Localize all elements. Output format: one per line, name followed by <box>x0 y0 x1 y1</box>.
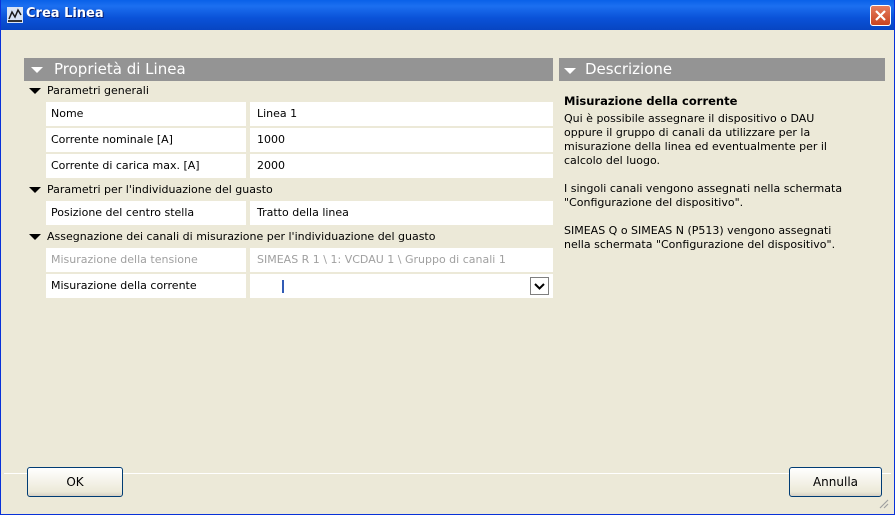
property-row-star-position[interactable]: Posizione del centro stella Tratto della… <box>24 201 553 227</box>
chevron-down-icon <box>534 283 545 290</box>
property-label: Nome <box>46 102 246 126</box>
window-title: Crea Linea <box>26 6 104 21</box>
property-row-voltage-measurement: Misurazione della tensione SIMEAS R 1 \ … <box>24 248 553 274</box>
collapse-arrow-icon <box>31 67 43 73</box>
property-value-star-position[interactable]: Tratto della linea <box>250 201 553 225</box>
text-caret <box>282 280 284 293</box>
property-label: Misurazione della corrente <box>46 274 246 298</box>
title-bar[interactable]: Crea Linea <box>1 0 894 30</box>
current-measurement-dropdown[interactable] <box>250 274 553 298</box>
resize-grip-icon[interactable] <box>877 497 889 509</box>
close-button[interactable] <box>870 5 891 26</box>
app-network-icon <box>7 7 23 23</box>
description-panel: Descrizione Misurazione della corrente Q… <box>559 58 885 473</box>
property-value-name[interactable]: Linea 1 <box>250 102 553 126</box>
dialog-window: Crea Linea Proprietà di Linea Parametri … <box>0 0 895 515</box>
property-row-current-measurement[interactable]: Misurazione della corrente <box>24 274 553 300</box>
collapse-arrow-icon <box>29 187 41 193</box>
ok-button[interactable]: OK <box>27 467 123 497</box>
category-channel-assignment[interactable]: Assegnazione dei canali di misurazione p… <box>24 227 553 247</box>
description-paragraph: Qui è possibile assegnare il dispositivo… <box>564 112 827 167</box>
dialog-client-area: Proprietà di Linea Parametri generali No… <box>4 30 891 511</box>
description-paragraph: I singoli canali vengono assegnati nella… <box>564 182 843 209</box>
property-label: Posizione del centro stella <box>46 201 246 225</box>
category-general[interactable]: Parametri generali <box>24 81 553 101</box>
collapse-arrow-icon <box>29 234 41 240</box>
properties-panel: Proprietà di Linea Parametri generali No… <box>24 58 553 473</box>
cancel-button[interactable]: Annulla <box>789 467 882 497</box>
dropdown-button[interactable] <box>530 277 549 295</box>
property-label: Misurazione della tensione <box>46 248 246 272</box>
property-value-voltage-measurement: SIMEAS R 1 \ 1: VCDAU 1 \ Gruppo di cana… <box>250 248 553 272</box>
description-header[interactable]: Descrizione <box>559 58 885 81</box>
property-row-max-load-current[interactable]: Corrente di carica max. [A] 2000 <box>24 154 553 180</box>
close-icon <box>875 10 886 21</box>
description-title: Misurazione della corrente <box>564 94 738 108</box>
property-label: Corrente di carica max. [A] <box>46 154 246 178</box>
properties-header[interactable]: Proprietà di Linea <box>24 58 553 81</box>
description-body: Qui è possibile assegnare il dispositivo… <box>564 112 882 266</box>
property-row-name[interactable]: Nome Linea 1 <box>24 102 553 128</box>
collapse-arrow-icon <box>564 68 576 74</box>
category-fault-detection[interactable]: Parametri per l'individuazione del guast… <box>24 180 553 200</box>
separator <box>4 473 891 474</box>
collapse-arrow-icon <box>29 88 41 94</box>
property-row-nominal-current[interactable]: Corrente nominale [A] 1000 <box>24 128 553 154</box>
property-value-max-load-current[interactable]: 2000 <box>250 154 553 178</box>
property-value-nominal-current[interactable]: 1000 <box>250 128 553 152</box>
description-paragraph: SIMEAS Q o SIMEAS N (P513) vengono asseg… <box>564 224 836 251</box>
property-label: Corrente nominale [A] <box>46 128 246 152</box>
